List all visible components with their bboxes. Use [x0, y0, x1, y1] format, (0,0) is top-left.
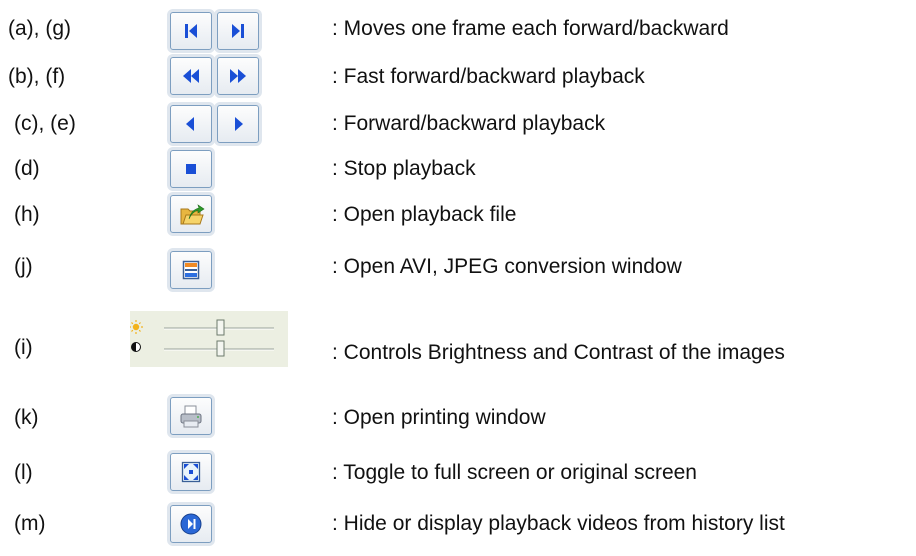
- open-file-button[interactable]: [170, 195, 212, 233]
- stop-button[interactable]: [170, 150, 212, 188]
- legend-row-fast: (b), (f) : Fast forward/backward playbac…: [0, 57, 916, 106]
- fast-backward-icon: [183, 69, 199, 83]
- step-forward-button[interactable]: [217, 12, 259, 50]
- row-description: : Open AVI, JPEG conversion window: [332, 255, 682, 278]
- slider-graphic: [130, 319, 274, 357]
- row-label: (j): [14, 255, 33, 278]
- row-label: (l): [14, 461, 33, 484]
- play-backward-icon: [186, 117, 194, 131]
- legend-row-conversion: (j) : Open AVI, JPEG conversion window: [0, 240, 916, 300]
- row-label: (c), (e): [14, 112, 76, 135]
- row-description: : Forward/backward playback: [332, 112, 606, 135]
- fast-forward-button[interactable]: [217, 57, 259, 95]
- row-description: : Stop playback: [332, 157, 476, 180]
- fast-backward-button[interactable]: [170, 57, 212, 95]
- legend-row-open-file: (h) : Open playback file: [0, 195, 916, 240]
- row-label: (h): [14, 203, 40, 226]
- row-description: : Open playback file: [332, 203, 517, 226]
- step-forward-icon: [232, 24, 244, 38]
- legend-row-fullscreen: (l) : Toggle to full screen or original …: [0, 436, 916, 491]
- play-forward-icon: [235, 117, 243, 131]
- row-description: : Hide or display playback videos from h…: [332, 512, 785, 535]
- history-toggle-icon: [180, 513, 202, 535]
- row-description: : Open printing window: [332, 406, 546, 429]
- play-backward-button[interactable]: [170, 105, 212, 143]
- brightness-icon: [130, 320, 143, 334]
- brightness-contrast-sliders: [130, 311, 288, 367]
- step-back-button[interactable]: [170, 12, 212, 50]
- contrast-slider-thumb[interactable]: [216, 340, 225, 357]
- conversion-window-icon: [182, 260, 200, 280]
- legend-row-history: (m) : Hide or display playback videos fr…: [0, 486, 916, 556]
- legend-row-play: (c), (e) : Forward/backward playback: [0, 105, 916, 152]
- play-forward-button[interactable]: [217, 105, 259, 143]
- row-description: : Fast forward/backward playback: [332, 65, 645, 88]
- row-label: (m): [14, 512, 46, 535]
- row-label: (i): [14, 336, 33, 359]
- brightness-slider-thumb[interactable]: [216, 319, 225, 336]
- row-label: (b), (f): [8, 65, 66, 88]
- fast-forward-icon: [230, 69, 246, 83]
- step-back-icon: [185, 24, 197, 38]
- fullscreen-icon: [181, 461, 201, 483]
- legend-row-stop: (d) : Stop playback: [0, 150, 916, 196]
- stop-icon: [186, 164, 196, 174]
- history-toggle-button[interactable]: [170, 505, 212, 543]
- row-description: : Moves one frame each forward/backward: [332, 17, 729, 40]
- legend-row-print: (k) : Open printing window: [0, 376, 916, 436]
- printer-icon: [180, 405, 202, 428]
- row-label: (d): [14, 157, 40, 180]
- print-button[interactable]: [170, 397, 212, 435]
- contrast-icon: [131, 342, 141, 352]
- row-label: (k): [14, 406, 39, 429]
- row-label: (a), (g): [8, 17, 71, 40]
- conversion-window-button[interactable]: [170, 251, 212, 289]
- legend-row-step: (a), (g) : Moves one frame each forward/…: [0, 0, 916, 60]
- row-description: : Toggle to full screen or original scre…: [332, 461, 697, 484]
- open-folder-icon: [180, 204, 205, 225]
- row-description: : Controls Brightness and Contrast of th…: [332, 341, 785, 364]
